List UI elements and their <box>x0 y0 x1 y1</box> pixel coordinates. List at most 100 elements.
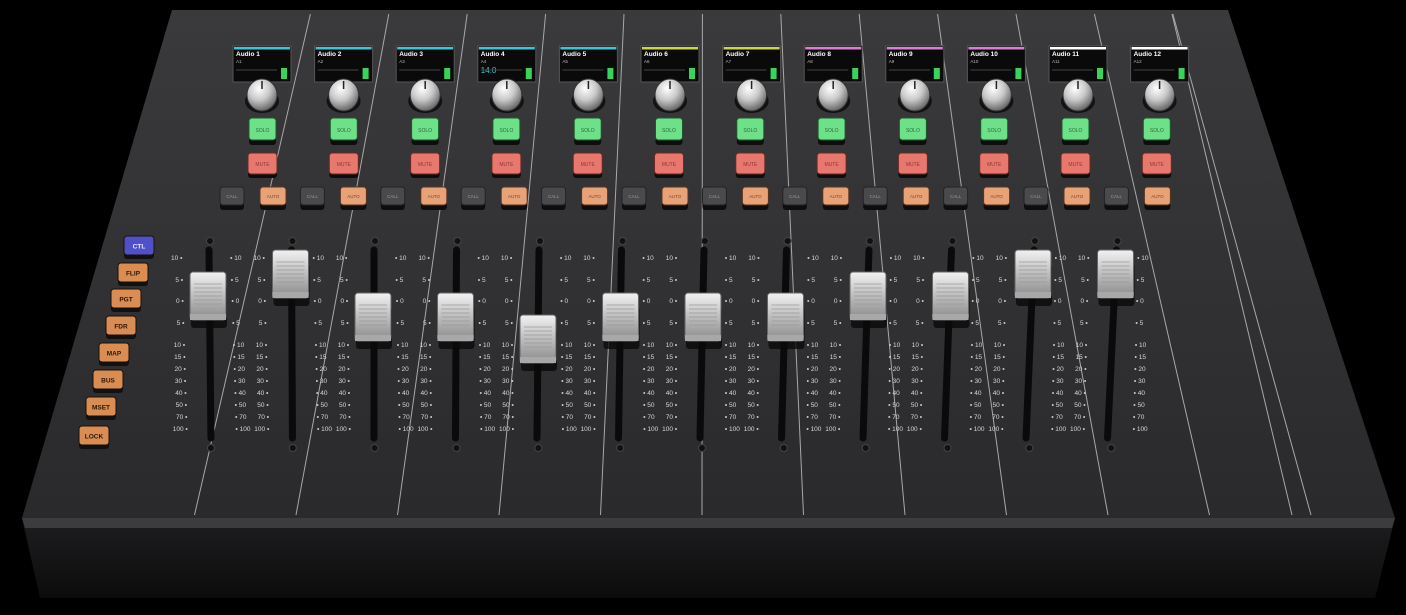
fader-cap[interactable] <box>767 292 805 349</box>
scale-label-left: 5 <box>999 277 1003 284</box>
scale-tick <box>756 380 759 382</box>
solo-button[interactable]: SOLO <box>411 117 440 145</box>
mute-button[interactable]: MUTE <box>328 152 359 178</box>
scale-tick <box>315 380 318 382</box>
mute-button[interactable]: MUTE <box>654 152 684 178</box>
auto-button[interactable]: AUTO <box>661 186 689 210</box>
call-button[interactable]: CALL <box>782 186 808 210</box>
scale-label-left: 30 <box>829 378 837 385</box>
side-button-pgt[interactable]: PGT <box>110 288 142 312</box>
call-button[interactable]: CALL <box>380 186 406 210</box>
call-button[interactable]: CALL <box>862 186 888 210</box>
channel-sub-label: A9 <box>889 59 895 64</box>
auto-button[interactable]: AUTO <box>822 186 850 210</box>
scale-label-right: 10 <box>234 255 242 262</box>
call-button[interactable]: CALL <box>621 186 647 210</box>
call-button[interactable]: CALL <box>541 186 567 210</box>
side-button-map[interactable]: MAP <box>98 342 130 366</box>
scale-tick <box>396 322 399 324</box>
auto-button[interactable]: AUTO <box>581 186 609 210</box>
fader-cap[interactable] <box>602 292 640 349</box>
mute-button[interactable]: MUTE <box>247 152 278 178</box>
fader-cap[interactable] <box>684 292 722 349</box>
solo-button[interactable]: SOLO <box>492 117 521 145</box>
scale-label-right: 15 <box>483 354 491 361</box>
auto-button[interactable]: AUTO <box>983 186 1011 210</box>
fader-cap[interactable] <box>437 292 475 349</box>
scale-tick <box>1004 257 1007 259</box>
solo-button[interactable]: SOLO <box>817 117 846 145</box>
scale-tick <box>806 392 809 394</box>
side-button-mset[interactable]: MSET <box>85 396 117 420</box>
scale-label-left: 20 <box>174 366 182 373</box>
scale-tick <box>314 322 317 324</box>
solo-button[interactable]: SOLO <box>1061 117 1090 145</box>
scale-label-left: 10 <box>256 342 264 349</box>
side-button-lock[interactable]: LOCK <box>78 425 110 449</box>
scale-tick <box>1002 380 1005 382</box>
mute-button[interactable]: MUTE <box>816 152 847 178</box>
fader-cap[interactable] <box>354 292 392 349</box>
mute-button[interactable]: MUTE <box>979 152 1010 178</box>
mute-button[interactable]: MUTE <box>897 152 928 178</box>
scale-label-right: 10 <box>317 255 325 262</box>
solo-button[interactable]: SOLO <box>736 117 765 145</box>
fader-cap[interactable] <box>189 271 227 328</box>
mute-button[interactable]: MUTE <box>572 152 603 178</box>
call-button[interactable]: CALL <box>701 186 727 210</box>
scale-tick <box>675 356 677 358</box>
scale-tick <box>725 300 727 302</box>
solo-button[interactable]: SOLO <box>329 117 358 145</box>
auto-button[interactable]: AUTO <box>339 186 367 210</box>
mute-button[interactable]: MUTE <box>491 152 522 178</box>
scale-tick <box>725 380 727 382</box>
fader-cap[interactable] <box>849 271 887 328</box>
auto-button[interactable]: AUTO <box>1143 186 1171 210</box>
solo-button[interactable]: SOLO <box>573 117 602 145</box>
call-button[interactable]: CALL <box>943 186 969 210</box>
solo-button[interactable]: SOLO <box>898 117 927 145</box>
scale-tick <box>430 428 433 430</box>
fader-cap[interactable] <box>1014 249 1052 306</box>
mute-button[interactable]: MUTE <box>735 152 766 178</box>
fader-cap[interactable] <box>272 249 310 306</box>
auto-button[interactable]: AUTO <box>1063 186 1091 210</box>
auto-button[interactable]: AUTO <box>902 186 930 210</box>
auto-button[interactable]: AUTO <box>741 186 769 210</box>
scale-tick <box>477 279 480 281</box>
solo-button[interactable]: SOLO <box>1142 117 1171 145</box>
side-button-flip[interactable]: FLIP <box>117 262 149 286</box>
auto-button[interactable]: AUTO <box>259 186 287 210</box>
auto-button[interactable]: AUTO <box>420 186 448 210</box>
call-button[interactable]: CALL <box>460 186 486 210</box>
mute-button[interactable]: MUTE <box>1060 152 1091 178</box>
scale-tick <box>838 356 841 358</box>
auto-button[interactable]: AUTO <box>500 186 528 210</box>
scale-label-right: 5 <box>729 277 733 284</box>
fader-cap[interactable] <box>932 271 970 328</box>
call-button[interactable]: CALL <box>219 186 245 210</box>
call-button[interactable]: CALL <box>299 186 325 210</box>
call-button[interactable]: CALL <box>1103 186 1129 210</box>
scale-tick <box>592 322 595 324</box>
mute-label: MUTE <box>418 162 433 168</box>
side-button-fdr[interactable]: FDR <box>105 315 137 339</box>
scale-tick <box>889 322 892 324</box>
solo-button[interactable]: SOLO <box>980 117 1009 145</box>
solo-button[interactable]: SOLO <box>655 117 683 145</box>
scale-tick <box>807 279 810 281</box>
fader-cap[interactable] <box>519 314 557 371</box>
scale-label-right: 5 <box>975 320 979 327</box>
mute-button[interactable]: MUTE <box>1141 152 1172 178</box>
call-button[interactable]: CALL <box>1023 186 1049 210</box>
mount-screw <box>534 444 543 452</box>
fader-cap[interactable] <box>1097 249 1135 306</box>
scale-label-right: 0 <box>893 298 897 305</box>
side-button-bus[interactable]: BUS <box>92 369 124 393</box>
scale-tick <box>511 404 514 406</box>
side-button-ctl[interactable]: CTL <box>123 235 155 259</box>
solo-button[interactable]: SOLO <box>248 117 277 145</box>
scale-label-left: 30 <box>420 378 428 385</box>
mute-button[interactable]: MUTE <box>410 152 441 178</box>
scale-tick <box>806 416 809 418</box>
